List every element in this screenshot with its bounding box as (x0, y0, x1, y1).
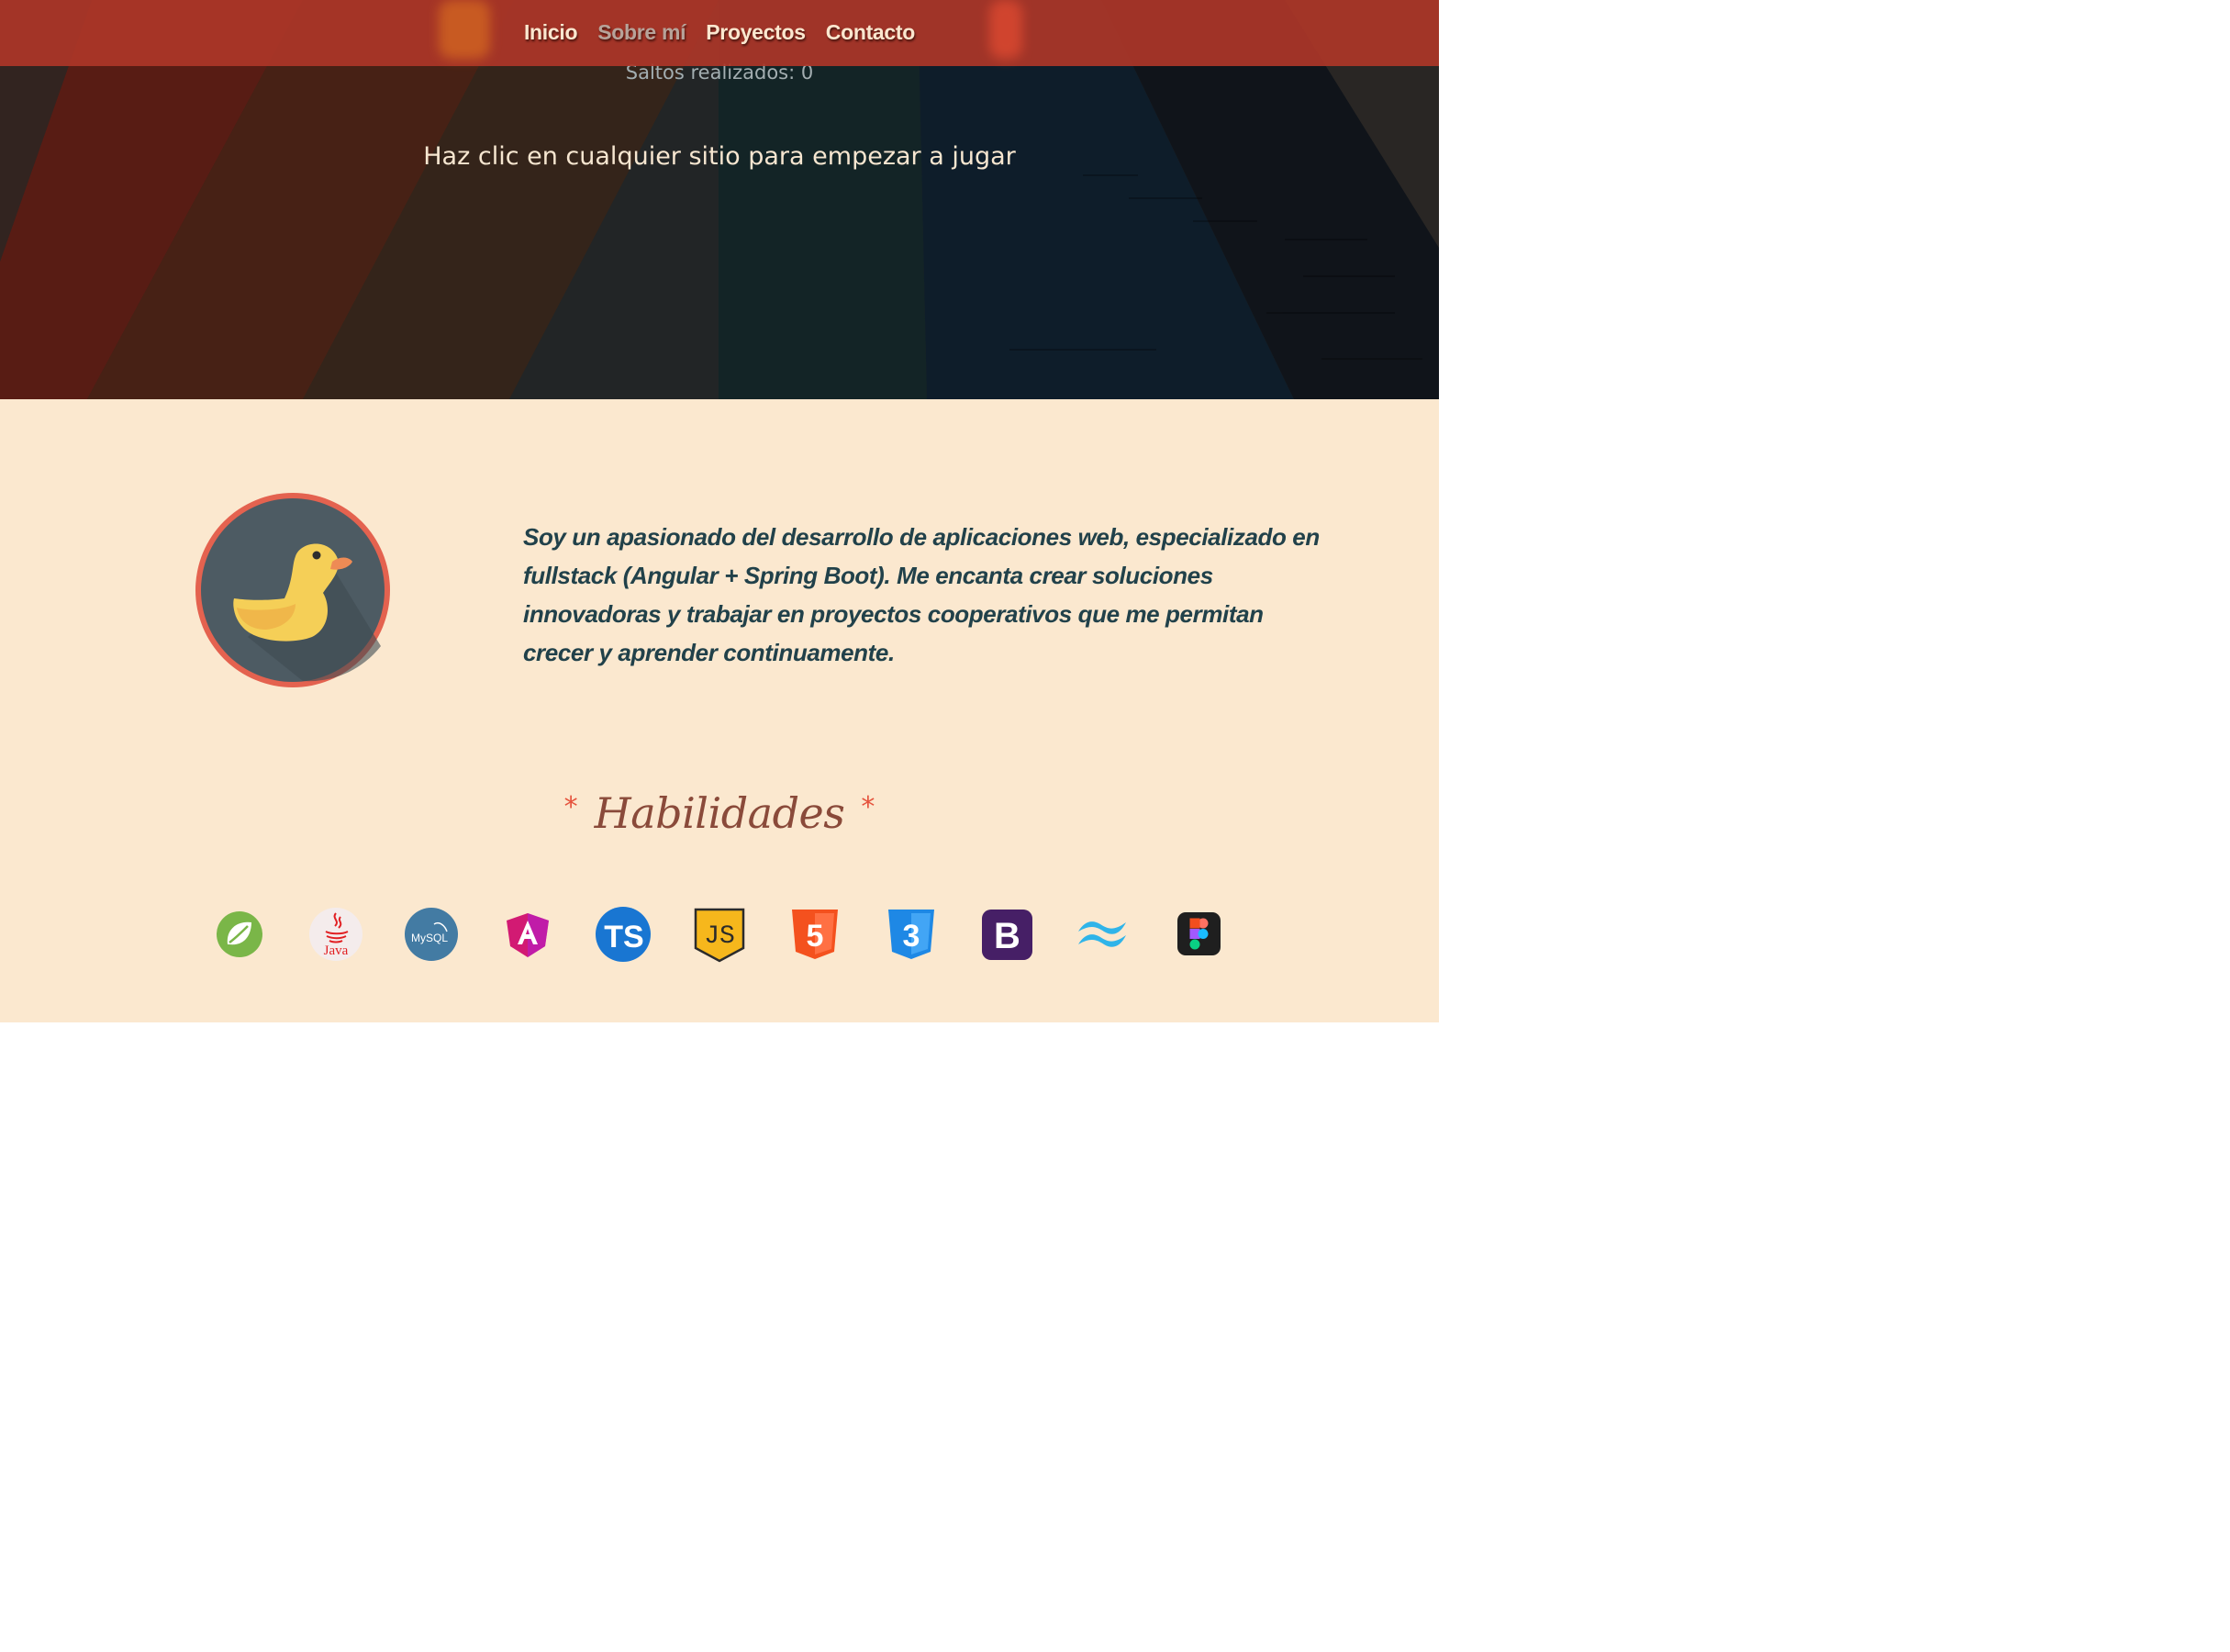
about-section: Soy un apasionado del desarrollo de apli… (0, 399, 1439, 1022)
typescript-icon: TS (593, 904, 653, 965)
javascript-icon: JS (689, 904, 750, 965)
about-description: Soy un apasionado del desarrollo de apli… (523, 523, 1320, 666)
nav-link-proyectos[interactable]: Proyectos (706, 20, 806, 45)
java-icon: Java (306, 904, 366, 965)
bootstrap-label: B (994, 916, 1020, 956)
asterisk-right: * (861, 790, 875, 823)
mysql-label: MySQL (411, 932, 448, 944)
skills-title: Habilidades (594, 788, 845, 838)
java-label: Java (324, 943, 349, 958)
figma-icon (1168, 904, 1229, 965)
html-label: 5 (807, 919, 824, 954)
nav-decor-left (439, 0, 490, 59)
ts-label: TS (604, 920, 643, 954)
top-navbar: Inicio Sobre mí Proyectos Contacto (0, 0, 1439, 66)
nav-link-contacto[interactable]: Contacto (826, 20, 916, 45)
skills-heading: * Habilidades * (0, 788, 1439, 838)
js-label: JS (704, 922, 735, 951)
asterisk-left: * (563, 790, 578, 823)
nav-link-inicio[interactable]: Inicio (524, 20, 578, 45)
spring-icon (209, 904, 270, 965)
hero-section[interactable]: Inicio Sobre mí Proyectos Contacto Salto… (0, 0, 1439, 399)
angular-icon (497, 904, 558, 965)
tailwind-icon (1073, 904, 1133, 965)
css-label: 3 (903, 919, 920, 954)
nav-link-sobre-mi[interactable]: Sobre mí (597, 20, 686, 45)
bootstrap-icon: B (976, 904, 1037, 965)
play-hint: Haz clic en cualquier sitio para empezar… (423, 142, 1016, 171)
css3-icon: 3 (881, 904, 942, 965)
duck-icon (193, 490, 393, 690)
html5-icon: 5 (785, 904, 845, 965)
mysql-icon: MySQL (401, 904, 462, 965)
nav-decor-right (989, 0, 1022, 59)
skills-icons-row: Java MySQL TS JS 5 3 B (0, 904, 1439, 965)
